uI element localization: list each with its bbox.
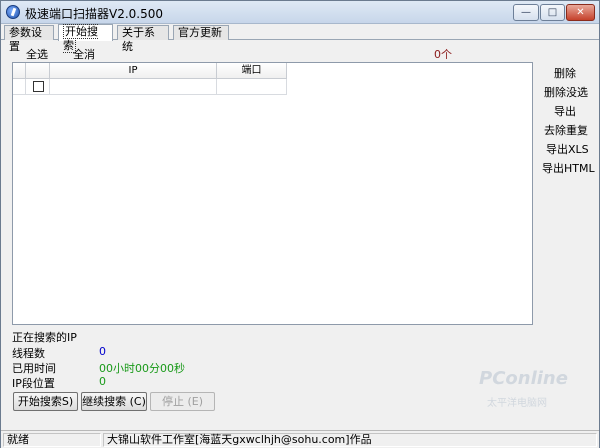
deselect-all-button[interactable]: 全消 — [73, 46, 95, 62]
delete-unselected-button[interactable]: 删除没选 — [544, 84, 588, 100]
row-port-cell — [217, 79, 287, 95]
minimize-button[interactable]: — — [513, 4, 539, 21]
title-bar: 极速端口扫描器V2.0.500 — □ ✕ — [1, 1, 599, 24]
watermark-subtitle: 太平洋电脑网 — [487, 398, 547, 409]
continue-search-button[interactable]: 继续搜索 (C) — [81, 392, 147, 411]
export-button[interactable]: 导出 — [554, 103, 576, 119]
ip-position-value: 0 — [99, 375, 106, 388]
column-header-ip[interactable]: IP — [50, 63, 217, 79]
tab-update[interactable]: 官方更新 — [173, 25, 229, 40]
status-credits: 大锦山软件工作室[海蓝天gxwclhjh@sohu.com]作品 — [103, 433, 597, 447]
start-search-button[interactable]: 开始搜索S) — [13, 392, 78, 411]
tab-settings[interactable]: 参数设置 — [4, 25, 54, 53]
tab-about[interactable]: 关于系统 — [117, 25, 169, 53]
delete-button[interactable]: 删除 — [554, 65, 576, 81]
select-all-button[interactable]: 全选 — [26, 46, 48, 62]
status-bar: 就绪 大锦山软件工作室[海蓝天gxwclhjh@sohu.com]作品 — [1, 430, 599, 448]
tab-bar: 参数设置 开始搜索 关于系统 官方更新 — [1, 24, 599, 53]
column-header-port[interactable]: 端口 — [217, 63, 287, 79]
close-button[interactable]: ✕ — [566, 4, 595, 21]
window-title: 极速端口扫描器V2.0.500 — [25, 7, 164, 21]
row-checkbox[interactable] — [33, 81, 44, 92]
elapsed-label: 已用时间 — [12, 362, 56, 375]
export-xls-button[interactable]: 导出XLS — [546, 141, 589, 157]
column-header-check — [26, 63, 50, 79]
threads-value: 0 — [99, 345, 106, 358]
maximize-button[interactable]: □ — [540, 4, 565, 21]
stop-button[interactable]: 停止 (E) — [150, 392, 215, 411]
app-window: 极速端口扫描器V2.0.500 — □ ✕ 参数设置 开始搜索 关于系统 官方更… — [0, 0, 600, 448]
row-index-cell — [13, 79, 26, 95]
row-check-cell — [26, 79, 50, 95]
column-header-index — [13, 63, 26, 79]
threads-label: 线程数 — [12, 347, 45, 360]
searching-ip-label: 正在搜索的IP — [12, 331, 77, 344]
ip-position-label: IP段位置 — [12, 377, 55, 390]
tab-about-label: 关于系统 — [122, 26, 155, 53]
app-icon — [6, 5, 20, 19]
tab-update-label: 官方更新 — [178, 26, 222, 39]
elapsed-value: 00小时00分00秒 — [99, 362, 185, 375]
row-ip-cell — [50, 79, 217, 95]
pconline-watermark: PConline 太平洋电脑网 — [479, 368, 589, 418]
table-header: IP 端口 — [13, 63, 287, 79]
results-table[interactable]: IP 端口 — [12, 62, 533, 325]
export-html-button[interactable]: 导出HTML — [542, 160, 595, 176]
tab-start-search[interactable]: 开始搜索 — [58, 24, 113, 53]
table-row[interactable] — [13, 79, 287, 95]
status-state: 就绪 — [3, 433, 101, 447]
remove-duplicates-button[interactable]: 去除重复 — [544, 122, 588, 138]
result-count: 0个 — [434, 48, 452, 61]
watermark-logo: PConline — [479, 368, 568, 389]
